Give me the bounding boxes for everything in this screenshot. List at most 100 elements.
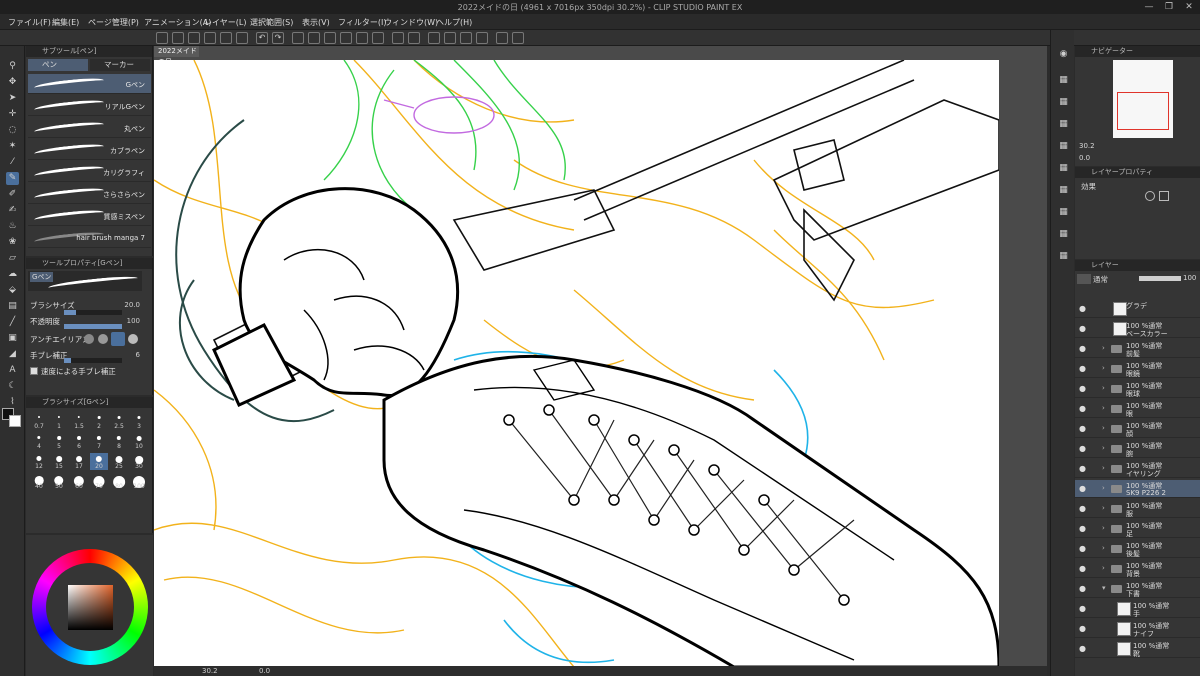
visibility-eye-icon[interactable]: ● <box>1079 644 1086 653</box>
brush-size-option[interactable]: 10 <box>130 433 148 450</box>
menu-page[interactable]: ページ管理(P) <box>88 17 139 28</box>
visibility-eye-icon[interactable]: ● <box>1079 404 1086 413</box>
layer-row[interactable]: ● 100 %通常 ベースカラー <box>1075 320 1200 338</box>
brush-item[interactable]: hair brush manga 7 <box>28 228 151 248</box>
layer-row[interactable]: ● 100 %通常 ナイフ <box>1075 620 1200 638</box>
layer-row[interactable]: ● › 100 %通常顔 <box>1075 420 1200 438</box>
save-icon[interactable] <box>188 32 200 44</box>
camera-icon[interactable] <box>444 32 456 44</box>
maximize-icon[interactable]: ❐ <box>1162 1 1176 13</box>
figure-tool-icon[interactable]: ╱ <box>6 316 19 329</box>
visibility-eye-icon[interactable]: ● <box>1079 344 1086 353</box>
antialias-medium-button[interactable] <box>111 332 125 346</box>
minimize-icon[interactable]: — <box>1142 1 1156 13</box>
balloon-tool-icon[interactable]: ☾ <box>6 380 19 393</box>
visibility-eye-icon[interactable]: ● <box>1079 524 1086 533</box>
brush-item[interactable]: Gペン <box>28 74 151 94</box>
brush-item[interactable]: カブラペン <box>28 140 151 160</box>
blend-tool-icon[interactable]: ☁ <box>6 268 19 281</box>
expand-chevron-icon[interactable]: › <box>1102 364 1105 372</box>
layer-row[interactable]: ● › 100 %通常 後髪 <box>1075 540 1200 558</box>
menu-help[interactable]: ヘルプ(H) <box>436 17 472 28</box>
menu-edit[interactable]: 編集(E) <box>52 17 79 28</box>
menu-file[interactable]: ファイル(F) <box>8 17 51 28</box>
material-icon[interactable]: ▦ <box>1057 250 1070 263</box>
navigator-thumbnail[interactable] <box>1113 60 1173 138</box>
visibility-eye-icon[interactable]: ● <box>1079 484 1086 493</box>
brush-size-option[interactable]: 2 <box>90 413 108 430</box>
navigator-angle[interactable]: 0.0 <box>1079 154 1090 162</box>
layer-row[interactable]: ● › 100 %通常 背景 <box>1075 560 1200 578</box>
expand-chevron-icon[interactable]: › <box>1102 444 1105 452</box>
redo-icon[interactable]: ↷ <box>272 32 284 44</box>
layer-row[interactable]: ● › 100 %通常 眼球 <box>1075 380 1200 398</box>
menu-filter[interactable]: フィルター(I) <box>338 17 386 28</box>
operation-tool-icon[interactable]: ➤ <box>6 92 19 105</box>
brush-size-option[interactable]: 8 <box>110 433 128 450</box>
view-frame[interactable] <box>1117 92 1169 130</box>
menu-window[interactable]: ウィンドウ(W) <box>384 17 438 28</box>
speed-stabilization-checkbox[interactable] <box>30 367 38 375</box>
visibility-eye-icon[interactable]: ● <box>1079 444 1086 453</box>
gradient-tool-icon[interactable]: ▤ <box>6 300 19 313</box>
brush-size-option[interactable]: 6 <box>70 433 88 450</box>
brush-size-option[interactable]: 5 <box>50 433 68 450</box>
visibility-eye-icon[interactable]: ● <box>1079 384 1086 393</box>
layer-row[interactable]: ● › 100 %通常 SK9 P226 2 <box>1075 480 1200 498</box>
visibility-eye-icon[interactable]: ● <box>1079 464 1086 473</box>
visibility-eye-icon[interactable]: ● <box>1079 364 1086 373</box>
pencil-tool-icon[interactable]: ✐ <box>6 188 19 201</box>
material-icon[interactable]: ▦ <box>1057 96 1070 109</box>
expand-chevron-icon[interactable]: ▾ <box>1102 584 1106 592</box>
settings-icon[interactable] <box>476 32 488 44</box>
brush-size-option[interactable]: 25 <box>110 453 128 470</box>
expand-chevron-icon[interactable]: › <box>1102 504 1105 512</box>
expand-chevron-icon[interactable]: › <box>1102 544 1105 552</box>
undo-icon[interactable]: ↶ <box>256 32 268 44</box>
brush-size-option[interactable]: 1.5 <box>70 413 88 430</box>
brush-size-option[interactable]: 1 <box>50 413 68 430</box>
layer-row[interactable]: ● › 100 %通常足 <box>1075 520 1200 538</box>
canvas[interactable] <box>154 60 999 667</box>
material-icon[interactable]: ▦ <box>1057 228 1070 241</box>
layer-row[interactable]: ● 100 %通常手 <box>1075 600 1200 618</box>
brush-size-option[interactable]: 15 <box>50 453 68 470</box>
layer-row[interactable]: ● グラデ <box>1075 300 1200 318</box>
hide-icon[interactable] <box>460 32 472 44</box>
visibility-eye-icon[interactable]: ● <box>1079 604 1086 613</box>
antialias-strong-button[interactable] <box>128 334 138 344</box>
brush-size-option[interactable]: 4 <box>30 433 48 450</box>
clear-icon[interactable] <box>292 32 304 44</box>
tone-effect-icon[interactable] <box>1159 191 1169 201</box>
brush-size-option[interactable]: 17 <box>70 453 88 470</box>
layer-row[interactable]: ● › 100 %通常眼 <box>1075 400 1200 418</box>
saturation-value-square[interactable] <box>68 585 113 630</box>
frame-tool-icon[interactable]: ▣ <box>6 332 19 345</box>
brush-size-option[interactable]: 100 <box>130 473 148 490</box>
pen-tool-icon[interactable]: ✎ <box>6 172 19 185</box>
border-effect-icon[interactable] <box>1145 191 1155 201</box>
expand-chevron-icon[interactable]: › <box>1102 524 1105 532</box>
visibility-eye-icon[interactable]: ● <box>1079 324 1086 333</box>
color-icon[interactable] <box>428 32 440 44</box>
new-file-icon[interactable] <box>156 32 168 44</box>
text-tool-icon[interactable]: A <box>6 364 19 377</box>
menu-selection[interactable]: 選択範囲(S) <box>250 17 293 28</box>
lasso-tool-icon[interactable]: ◌ <box>6 124 19 137</box>
decoration-tool-icon[interactable]: ❀ <box>6 236 19 249</box>
visibility-eye-icon[interactable]: ● <box>1079 584 1086 593</box>
share-icon[interactable] <box>236 32 248 44</box>
ruler-tool-icon[interactable]: ◢ <box>6 348 19 361</box>
airbrush-tool-icon[interactable]: ♨ <box>6 220 19 233</box>
zoom-readout[interactable]: 30.2 <box>202 667 218 675</box>
move-tool-icon[interactable]: ✥ <box>6 76 19 89</box>
visibility-eye-icon[interactable]: ● <box>1079 504 1086 513</box>
expand-chevron-icon[interactable]: › <box>1102 384 1105 392</box>
material-icon[interactable]: ▦ <box>1057 162 1070 175</box>
layer-row[interactable]: ● › 100 %通常腕 <box>1075 440 1200 458</box>
document-tab[interactable]: 2022メイドの日 <box>154 46 199 66</box>
material-icon[interactable]: ▦ <box>1057 118 1070 131</box>
expand-chevron-icon[interactable]: › <box>1102 404 1105 412</box>
print-icon[interactable] <box>220 32 232 44</box>
brush-size-option[interactable]: 70 <box>90 473 108 490</box>
